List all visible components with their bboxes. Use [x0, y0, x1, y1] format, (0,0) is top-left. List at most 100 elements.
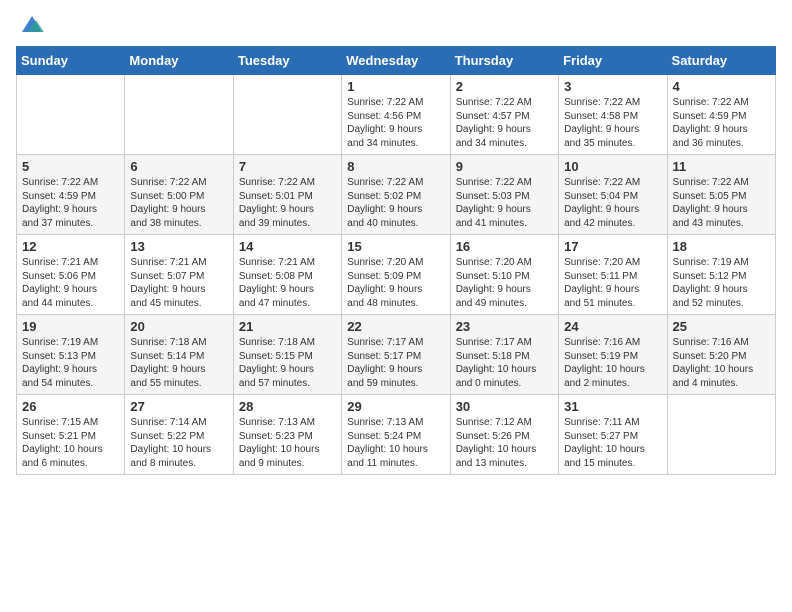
day-number: 6 — [130, 159, 227, 174]
logo-icon — [18, 10, 46, 38]
calendar-cell: 29 Sunrise: 7:13 AMSunset: 5:24 PMDayligh… — [342, 395, 450, 475]
day-info: Sunrise: 7:22 AMSunset: 4:59 PMDaylight:… — [22, 176, 119, 230]
day-number: 1 — [347, 79, 444, 94]
day-number: 4 — [673, 79, 770, 94]
day-info: Sunrise: 7:22 AMSunset: 5:05 PMDaylight:… — [673, 176, 770, 230]
day-number: 13 — [130, 239, 227, 254]
calendar-cell: 12Sunrise: 7:21 AMSunset: 5:06 PMDayligh… — [17, 235, 125, 315]
calendar-cell: 10 Sunrise: 7:22 AMSunset: 5:04 PMDayligh… — [559, 155, 667, 235]
calendar-cell: 30 Sunrise: 7:12 AMSunset: 5:26 PMDayligh… — [450, 395, 558, 475]
day-number: 26 — [22, 399, 119, 414]
day-number: 24 — [564, 319, 661, 334]
calendar-cell: 31 Sunrise: 7:11 AMSunset: 5:27 PMDayligh… — [559, 395, 667, 475]
day-info: Sunrise: 7:22 AMSunset: 5:00 PMDaylight:… — [130, 176, 227, 230]
day-number: 19 — [22, 319, 119, 334]
day-info: Sunrise: 7:19 AMSunset: 5:12 PMDaylight:… — [673, 256, 770, 310]
day-info: Sunrise: 7:18 AMSunset: 5:15 PMDaylight:… — [239, 336, 336, 390]
day-number: 28 — [239, 399, 336, 414]
day-info: Sunrise: 7:18 AMSunset: 5:14 PMDaylight:… — [130, 336, 227, 390]
day-info: Sunrise: 7:12 AMSunset: 5:26 PMDaylight:… — [456, 416, 553, 470]
day-number: 21 — [239, 319, 336, 334]
weekday-thursday: Thursday — [450, 47, 558, 75]
day-info: Sunrise: 7:11 AMSunset: 5:27 PMDaylight:… — [564, 416, 661, 470]
day-number: 8 — [347, 159, 444, 174]
calendar-cell: 26 Sunrise: 7:15 AMSunset: 5:21 PMDayligh… — [17, 395, 125, 475]
day-number: 9 — [456, 159, 553, 174]
calendar-cell: 21 Sunrise: 7:18 AMSunset: 5:15 PMDayligh… — [233, 315, 341, 395]
day-number: 30 — [456, 399, 553, 414]
day-info: Sunrise: 7:22 AMSunset: 5:01 PMDaylight:… — [239, 176, 336, 230]
day-info: Sunrise: 7:14 AMSunset: 5:22 PMDaylight:… — [130, 416, 227, 470]
calendar-cell: 27 Sunrise: 7:14 AMSunset: 5:22 PMDayligh… — [125, 395, 233, 475]
calendar-cell: 18 Sunrise: 7:19 AMSunset: 5:12 PMDayligh… — [667, 235, 775, 315]
calendar-cell: 1 Sunrise: 7:22 AMSunset: 4:56 PMDaylight… — [342, 75, 450, 155]
day-number: 2 — [456, 79, 553, 94]
day-number: 25 — [673, 319, 770, 334]
calendar-cell: 8 Sunrise: 7:22 AMSunset: 5:02 PMDaylight… — [342, 155, 450, 235]
day-number: 12 — [22, 239, 119, 254]
weekday-saturday: Saturday — [667, 47, 775, 75]
day-info: Sunrise: 7:20 AMSunset: 5:11 PMDaylight:… — [564, 256, 661, 310]
weekday-sunday: Sunday — [17, 47, 125, 75]
calendar-cell: 25 Sunrise: 7:16 AMSunset: 5:20 PMDayligh… — [667, 315, 775, 395]
calendar-cell: 16 Sunrise: 7:20 AMSunset: 5:10 PMDayligh… — [450, 235, 558, 315]
day-info: Sunrise: 7:15 AMSunset: 5:21 PMDaylight:… — [22, 416, 119, 470]
day-info: Sunrise: 7:21 AMSunset: 5:08 PMDaylight:… — [239, 256, 336, 310]
day-info: Sunrise: 7:16 AMSunset: 5:19 PMDaylight:… — [564, 336, 661, 390]
calendar-cell: 3 Sunrise: 7:22 AMSunset: 4:58 PMDaylight… — [559, 75, 667, 155]
day-info: Sunrise: 7:22 AMSunset: 4:57 PMDaylight:… — [456, 96, 553, 150]
day-number: 29 — [347, 399, 444, 414]
calendar-week-2: 12Sunrise: 7:21 AMSunset: 5:06 PMDayligh… — [17, 235, 776, 315]
day-info: Sunrise: 7:22 AMSunset: 5:02 PMDaylight:… — [347, 176, 444, 230]
day-info: Sunrise: 7:17 AMSunset: 5:18 PMDaylight:… — [456, 336, 553, 390]
calendar-cell — [233, 75, 341, 155]
weekday-monday: Monday — [125, 47, 233, 75]
day-info: Sunrise: 7:16 AMSunset: 5:20 PMDaylight:… — [673, 336, 770, 390]
weekday-friday: Friday — [559, 47, 667, 75]
day-number: 17 — [564, 239, 661, 254]
day-number: 16 — [456, 239, 553, 254]
day-number: 5 — [22, 159, 119, 174]
day-number: 10 — [564, 159, 661, 174]
weekday-header-row: SundayMondayTuesdayWednesdayThursdayFrid… — [17, 47, 776, 75]
day-number: 3 — [564, 79, 661, 94]
day-number: 31 — [564, 399, 661, 414]
day-info: Sunrise: 7:22 AMSunset: 4:59 PMDaylight:… — [673, 96, 770, 150]
calendar-cell: 14 Sunrise: 7:21 AMSunset: 5:08 PMDayligh… — [233, 235, 341, 315]
calendar-cell: 23 Sunrise: 7:17 AMSunset: 5:18 PMDayligh… — [450, 315, 558, 395]
day-info: Sunrise: 7:22 AMSunset: 4:56 PMDaylight:… — [347, 96, 444, 150]
day-info: Sunrise: 7:13 AMSunset: 5:23 PMDaylight:… — [239, 416, 336, 470]
day-number: 23 — [456, 319, 553, 334]
day-number: 27 — [130, 399, 227, 414]
calendar-week-3: 19 Sunrise: 7:19 AMSunset: 5:13 PMDayligh… — [17, 315, 776, 395]
header — [16, 10, 776, 38]
day-number: 20 — [130, 319, 227, 334]
day-info: Sunrise: 7:19 AMSunset: 5:13 PMDaylight:… — [22, 336, 119, 390]
calendar-week-0: 1 Sunrise: 7:22 AMSunset: 4:56 PMDaylight… — [17, 75, 776, 155]
calendar-week-1: 5 Sunrise: 7:22 AMSunset: 4:59 PMDaylight… — [17, 155, 776, 235]
logo — [16, 10, 46, 38]
calendar-cell: 19 Sunrise: 7:19 AMSunset: 5:13 PMDayligh… — [17, 315, 125, 395]
day-info: Sunrise: 7:13 AMSunset: 5:24 PMDaylight:… — [347, 416, 444, 470]
calendar-cell: 28 Sunrise: 7:13 AMSunset: 5:23 PMDayligh… — [233, 395, 341, 475]
calendar-week-4: 26 Sunrise: 7:15 AMSunset: 5:21 PMDayligh… — [17, 395, 776, 475]
calendar-cell: 5 Sunrise: 7:22 AMSunset: 4:59 PMDaylight… — [17, 155, 125, 235]
day-number: 22 — [347, 319, 444, 334]
page: SundayMondayTuesdayWednesdayThursdayFrid… — [0, 0, 792, 612]
day-number: 18 — [673, 239, 770, 254]
calendar-cell: 20 Sunrise: 7:18 AMSunset: 5:14 PMDayligh… — [125, 315, 233, 395]
calendar-cell — [17, 75, 125, 155]
calendar-cell: 2 Sunrise: 7:22 AMSunset: 4:57 PMDaylight… — [450, 75, 558, 155]
day-info: Sunrise: 7:22 AMSunset: 5:04 PMDaylight:… — [564, 176, 661, 230]
day-info: Sunrise: 7:20 AMSunset: 5:10 PMDaylight:… — [456, 256, 553, 310]
day-info: Sunrise: 7:17 AMSunset: 5:17 PMDaylight:… — [347, 336, 444, 390]
day-number: 14 — [239, 239, 336, 254]
calendar-table: SundayMondayTuesdayWednesdayThursdayFrid… — [16, 46, 776, 475]
day-info: Sunrise: 7:22 AMSunset: 4:58 PMDaylight:… — [564, 96, 661, 150]
calendar-cell: 7Sunrise: 7:22 AMSunset: 5:01 PMDaylight… — [233, 155, 341, 235]
weekday-tuesday: Tuesday — [233, 47, 341, 75]
day-number: 15 — [347, 239, 444, 254]
day-number: 11 — [673, 159, 770, 174]
calendar-cell: 15Sunrise: 7:20 AMSunset: 5:09 PMDayligh… — [342, 235, 450, 315]
calendar-cell: 6 Sunrise: 7:22 AMSunset: 5:00 PMDaylight… — [125, 155, 233, 235]
